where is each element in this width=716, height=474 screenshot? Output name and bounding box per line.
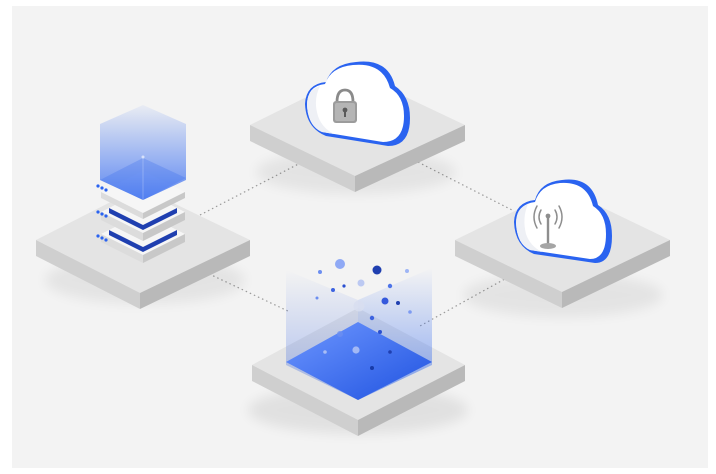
diagram-canvas [12, 6, 708, 468]
server-stack-icon [96, 105, 186, 263]
network-diagram [0, 0, 716, 474]
